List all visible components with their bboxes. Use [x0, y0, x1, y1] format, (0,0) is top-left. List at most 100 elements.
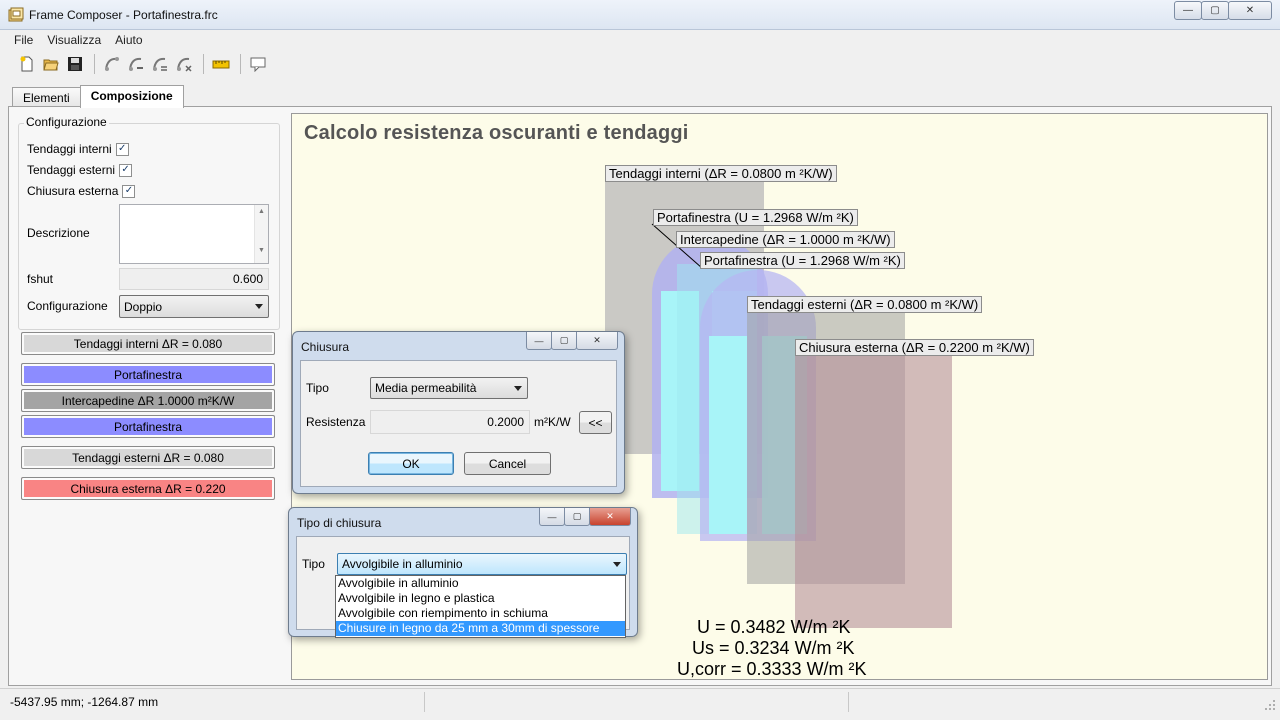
ok-button[interactable]: OK [368, 452, 454, 475]
dialog-minimize-button[interactable]: — [526, 332, 552, 350]
maximize-button[interactable]: ▢ [1201, 1, 1229, 20]
configurazione-value: Doppio [124, 300, 163, 314]
resistenza-field[interactable]: 0.2000 [370, 410, 530, 434]
dialog-close-button[interactable]: ✕ [576, 332, 618, 350]
result-ucorr: U,corr = 0.3333 W/m ²K [677, 659, 867, 679]
tipo-select[interactable]: Media permeabilità [370, 377, 528, 399]
label-portafinestra-1: Portafinestra (U = 1.2968 W/m ²K) [653, 209, 858, 226]
descrizione-textarea[interactable]: ▲ ▼ [119, 204, 269, 264]
minimize-button[interactable]: — [1174, 1, 1202, 20]
open-file-button[interactable] [40, 53, 62, 75]
chevron-down-icon [613, 562, 621, 567]
label-tendaggi-esterni: Tendaggi esterni (ΔR = 0.0800 m ²K/W) [747, 296, 983, 313]
checkbox-chiusura-esterna[interactable]: ✓ [122, 184, 136, 198]
node-move-button[interactable] [149, 53, 171, 75]
chevron-down-icon [514, 386, 522, 391]
dropdown-option[interactable]: Avvolgibile con riempimento in schiuma [336, 606, 625, 621]
menu-file[interactable]: File [14, 33, 33, 47]
tipo-value: Media permeabilità [375, 381, 477, 395]
label-tendaggi-interni: Tendaggi interni (ΔR = 0.0800 m ²K/W) [605, 165, 837, 182]
checkbox-label: Tendaggi interni [27, 142, 112, 156]
maximize-icon: ▢ [572, 511, 582, 521]
result-us: Us = 0.3234 W/m ²K [692, 638, 855, 658]
save-button[interactable] [64, 53, 86, 75]
layer-button[interactable]: Tendaggi esterni ΔR = 0.080 [21, 446, 275, 469]
minimize-icon: — [547, 511, 557, 522]
toolbar-separator [203, 54, 204, 74]
scroll-up-icon[interactable]: ▲ [255, 208, 268, 215]
node-move-icon [153, 57, 167, 71]
layer-button[interactable]: Intercapedine ΔR 1.0000 m²K/W [21, 389, 275, 412]
dialog-chiusura: Chiusura — ▢ ✕ Tipo Media permeabilità R… [292, 331, 625, 494]
node-edit-button[interactable] [125, 53, 147, 75]
dropdown-option[interactable]: Chiusure in legno da 25 mm a 30mm di spe… [336, 621, 625, 636]
scroll-down-icon[interactable]: ▼ [255, 247, 268, 254]
dropdown-option[interactable]: Avvolgibile in legno e plastica [336, 591, 625, 606]
toolbar-separator [240, 54, 241, 74]
status-divider [848, 692, 849, 712]
left-panel: Configurazione Tendaggi interni ✓ Tendag… [18, 111, 282, 679]
label-portafinestra-2: Portafinestra (U = 1.2968 W/m ²K) [700, 252, 905, 269]
toolbar-separator [94, 54, 95, 74]
menu-aiuto[interactable]: Aiuto [115, 33, 142, 47]
layer-button[interactable]: Tendaggi interni ΔR = 0.080 [21, 332, 275, 355]
save-icon [68, 57, 82, 71]
node-delete-button[interactable] [173, 53, 195, 75]
maximize-icon: ▢ [1210, 5, 1220, 16]
tipo-label: Tipo [302, 557, 325, 571]
minimize-icon: — [534, 335, 544, 346]
checkbox-row-tendaggi-esterni[interactable]: Tendaggi esterni ✓ [27, 162, 133, 178]
checkbox-row-tendaggi-interni[interactable]: Tendaggi interni ✓ [27, 141, 129, 157]
resistenza-label: Resistenza [306, 415, 366, 429]
dialog-maximize-button[interactable]: ▢ [551, 332, 577, 350]
descrizione-label: Descrizione [27, 226, 90, 240]
resize-grip-icon[interactable] [1264, 699, 1276, 711]
layer-button[interactable]: Portafinestra [21, 415, 275, 438]
ruler-icon [212, 60, 230, 69]
label-chiusura-esterna: Chiusura esterna (ΔR = 0.2200 m ²K/W) [795, 339, 1034, 356]
dropdown-option[interactable]: Avvolgibile in alluminio [336, 576, 625, 591]
tab-composizione[interactable]: Composizione [79, 85, 184, 108]
node-add-button[interactable] [101, 53, 123, 75]
tipo-chiusura-select[interactable]: Avvolgibile in alluminio [337, 553, 627, 575]
configurazione-select[interactable]: Doppio [119, 295, 269, 318]
checkbox-tendaggi-interni[interactable]: ✓ [115, 142, 129, 156]
layer-button[interactable]: Chiusura esterna ΔR = 0.220 [21, 477, 275, 500]
back-button[interactable]: << [579, 411, 612, 434]
label-intercapedine: Intercapedine (ΔR = 1.0000 m ²K/W) [676, 231, 895, 248]
configurazione-label: Configurazione [27, 299, 108, 313]
app-frame-icon [8, 7, 24, 22]
new-file-button[interactable] [16, 53, 38, 75]
minimize-icon: — [1183, 5, 1193, 16]
tipo-label: Tipo [306, 381, 329, 395]
fshut-field[interactable]: 0.600 [119, 268, 269, 290]
fshut-label: fshut [27, 272, 54, 286]
toolbar [8, 50, 1272, 78]
layer-button[interactable]: Portafinestra [21, 363, 275, 386]
close-button[interactable]: ✕ [1228, 1, 1272, 20]
title-bar: Frame Composer - Portafinestra.frc — ▢ ✕ [0, 0, 1280, 30]
status-divider [424, 692, 425, 712]
checkbox-row-chiusura-esterna[interactable]: Chiusura esterna ✓ [27, 183, 136, 199]
new-file-icon [20, 56, 33, 72]
checkbox-tendaggi-esterni[interactable]: ✓ [119, 163, 133, 177]
tipo-chiusura-value: Avvolgibile in alluminio [342, 557, 463, 571]
resistenza-unit: m²K/W [534, 415, 571, 429]
checkbox-label: Chiusura esterna [27, 184, 119, 198]
menu-visualizza[interactable]: Visualizza [47, 33, 101, 47]
ruler-button[interactable] [210, 53, 232, 75]
dialog-close-button[interactable]: ✕ [589, 508, 631, 526]
dialog-maximize-button[interactable]: ▢ [564, 508, 590, 526]
tipo-chiusura-dropdown: Avvolgibile in alluminio Avvolgibile in … [335, 575, 626, 638]
maximize-icon: ▢ [559, 335, 569, 345]
tab-strip: Elementi Composizione [12, 85, 184, 108]
portafinestra-2-glass [709, 336, 747, 534]
comment-button[interactable] [247, 53, 269, 75]
dialog-minimize-button[interactable]: — [539, 508, 565, 526]
dialog-title: Chiusura [301, 340, 350, 354]
comment-icon [250, 57, 266, 72]
cancel-button[interactable]: Cancel [464, 452, 551, 475]
textarea-scrollbar[interactable]: ▲ ▼ [254, 205, 268, 263]
close-icon: ✕ [593, 335, 601, 345]
tab-elementi[interactable]: Elementi [12, 87, 81, 108]
